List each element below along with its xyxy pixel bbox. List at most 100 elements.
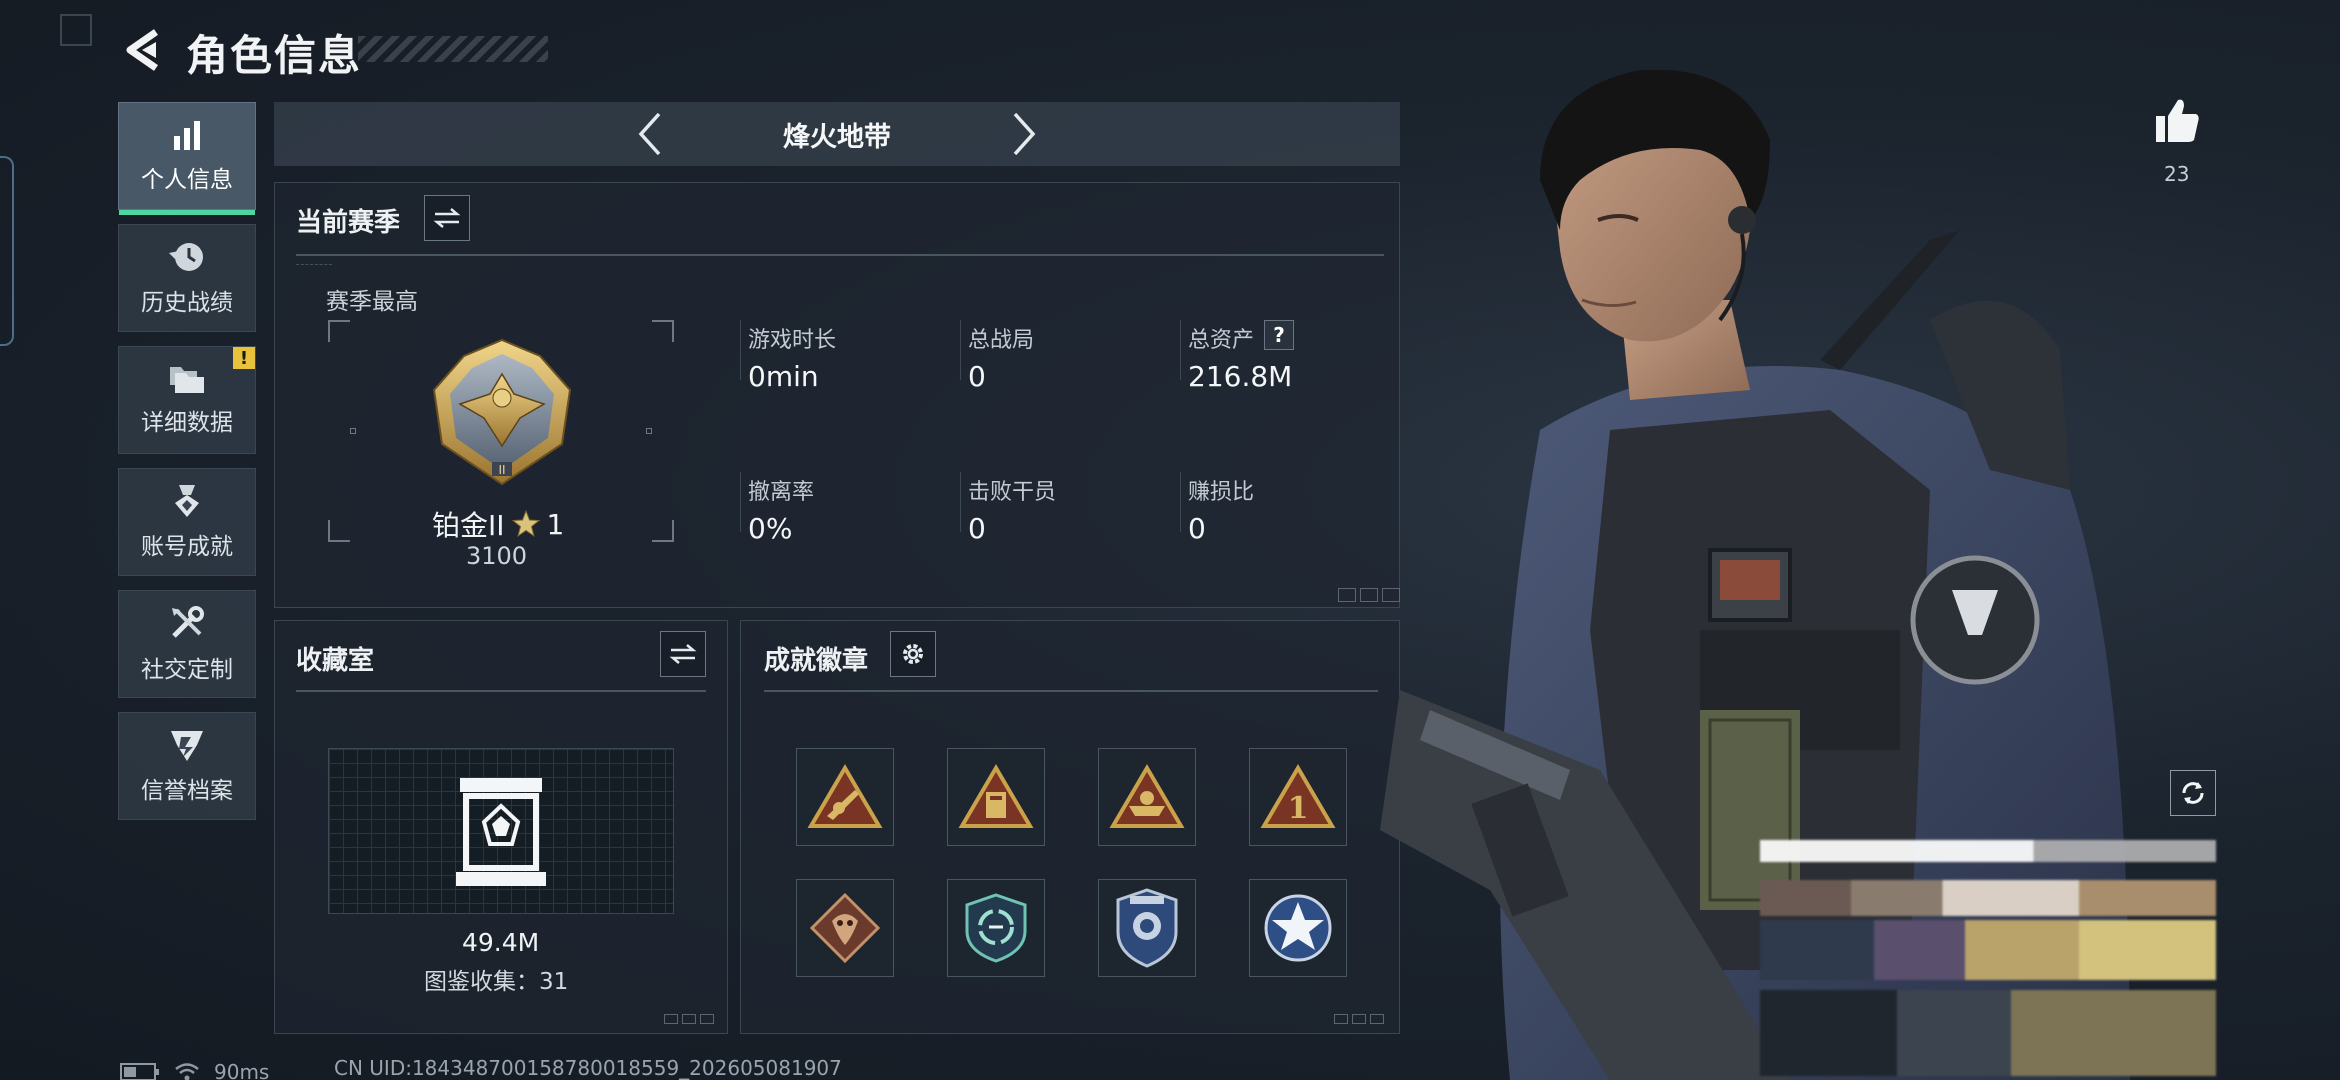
collection-title: 收藏室: [296, 646, 375, 676]
medal-icon: [175, 485, 199, 517]
svg-text:II: II: [498, 463, 505, 477]
nav-item-label: 个人信息: [141, 167, 233, 193]
stat-value-extract-rate: 0%: [748, 512, 793, 545]
shield-rotation-badge-icon: [965, 893, 1027, 963]
nav-item-personal-info[interactable]: 个人信息: [118, 102, 256, 215]
chevron-right-icon: [1013, 112, 1036, 156]
nav-item-detail-data[interactable]: 详细数据 !: [118, 346, 256, 454]
bar-chart-icon: [174, 121, 200, 150]
nav-item-label: 账号成就: [141, 534, 233, 560]
stat-label-playtime: 游戏时长: [748, 328, 837, 353]
stat-label-total-assets: 总资产: [1188, 328, 1255, 353]
back-button[interactable]: [118, 26, 166, 74]
achievement-badge[interactable]: [796, 748, 894, 846]
achievement-badge[interactable]: [1098, 879, 1196, 977]
page-title: 角色信息: [186, 31, 363, 80]
chevron-left-icon: [638, 112, 661, 156]
mode-selector: 烽火地带: [274, 102, 1400, 166]
panel-corner-decoration: [664, 1014, 714, 1024]
achievement-badge[interactable]: [1249, 879, 1347, 977]
uid-text: CN UID:18434870015878001855​9_2026050819…: [334, 1056, 842, 1080]
stat-divider: [960, 320, 961, 380]
back-arrow-icon: [126, 29, 158, 71]
rank-points: 3100: [466, 542, 528, 570]
like-count: 23: [2164, 162, 2190, 186]
rank-line: 铂金II 1: [432, 504, 564, 544]
achievement-badge[interactable]: 1: [1249, 748, 1347, 846]
stat-value-total-matches: 0: [968, 360, 986, 393]
dragon-badge-icon: [809, 892, 881, 964]
divider: [296, 254, 1384, 256]
edge-decoration: [0, 156, 14, 346]
rotate-model-button[interactable]: [2170, 770, 2216, 816]
corner-decoration: [60, 14, 92, 46]
nav-item-label: 历史战绩: [141, 290, 233, 316]
swap-icon: [669, 644, 697, 664]
stat-label-extract-rate: 撤离率: [748, 480, 815, 505]
stat-label-total-matches: 总战局: [968, 328, 1035, 353]
rank-name: 铂金II: [432, 509, 505, 542]
mode-next-button[interactable]: [1004, 110, 1044, 158]
history-clock-icon: [169, 243, 203, 271]
rank-emblem-icon: II: [432, 338, 572, 486]
tools-icon: [172, 606, 204, 638]
help-button[interactable]: ?: [1264, 320, 1294, 350]
nav-item-label: 信誉档案: [141, 778, 233, 804]
divider: [764, 690, 1378, 692]
stat-divider: [1180, 472, 1181, 532]
stat-value-playtime: 0min: [748, 360, 819, 393]
triangle-boat-badge-icon: [1109, 764, 1185, 828]
triangle-weapon-badge-icon: [807, 764, 883, 828]
title-decoration: [358, 36, 548, 62]
stat-value-kills: 0: [968, 512, 986, 545]
ping-value: 90ms: [214, 1060, 270, 1080]
mode-prev-button[interactable]: [630, 110, 670, 158]
shield-emblem-icon: [171, 731, 203, 761]
collection-switch-button[interactable]: [660, 631, 706, 677]
rotate-icon: [2182, 782, 2204, 804]
badges-settings-button[interactable]: [890, 631, 936, 677]
stat-divider: [1180, 320, 1181, 380]
stat-value-profit-ratio: 0: [1188, 512, 1206, 545]
achievement-badge[interactable]: [947, 879, 1045, 977]
achievement-badge[interactable]: [796, 879, 894, 977]
battery-icon: [120, 1063, 159, 1080]
triangle-first-badge-icon: 1: [1260, 764, 1336, 828]
divider: [296, 690, 706, 692]
status-bar: 90ms: [120, 1060, 269, 1080]
star-seal-badge-icon: [1264, 894, 1332, 962]
police-badge-icon: [1116, 888, 1178, 968]
sidebar-nav: 个人信息 历史战绩 详细数据 ! 账号成就 社交定制 信誉档案: [118, 102, 256, 834]
star-icon: [511, 509, 540, 538]
season-title: 当前赛季: [296, 208, 401, 238]
pixelated-overlay: [1760, 840, 2216, 1076]
swap-icon: [433, 208, 461, 228]
stat-divider: [960, 472, 961, 532]
stat-label-kills: 击败干员: [968, 480, 1057, 505]
wifi-icon: [175, 1063, 199, 1080]
switch-season-button[interactable]: [424, 195, 470, 241]
stat-label-profit-ratio: 赚损比: [1188, 480, 1255, 505]
rank-stars: 1: [546, 507, 565, 541]
nav-item-history[interactable]: 历史战绩: [118, 224, 256, 332]
thumbs-up-icon[interactable]: [2152, 96, 2202, 146]
nav-item-label: 详细数据: [141, 410, 233, 436]
stat-divider: [740, 472, 741, 532]
achievement-badge[interactable]: [1098, 748, 1196, 846]
divider-dashes: [296, 264, 332, 270]
alert-badge: !: [233, 347, 255, 369]
collection-count: 图鉴收集：31: [424, 969, 569, 995]
badges-title: 成就徽章: [764, 646, 869, 676]
collection-value: 49.4M: [462, 928, 540, 957]
nav-item-label: 社交定制: [141, 657, 233, 683]
mode-title: 烽火地带: [783, 121, 891, 153]
achievement-badge[interactable]: [947, 748, 1045, 846]
stat-divider: [740, 320, 741, 380]
gear-icon: [903, 644, 923, 664]
triangle-crate-badge-icon: [958, 764, 1034, 828]
nav-item-social[interactable]: 社交定制: [118, 590, 256, 698]
nav-item-reputation[interactable]: 信誉档案: [118, 712, 256, 820]
nav-item-achievements[interactable]: 账号成就: [118, 468, 256, 576]
stat-value-total-assets: 216.8M: [1188, 360, 1293, 393]
folders-icon: [170, 367, 204, 393]
